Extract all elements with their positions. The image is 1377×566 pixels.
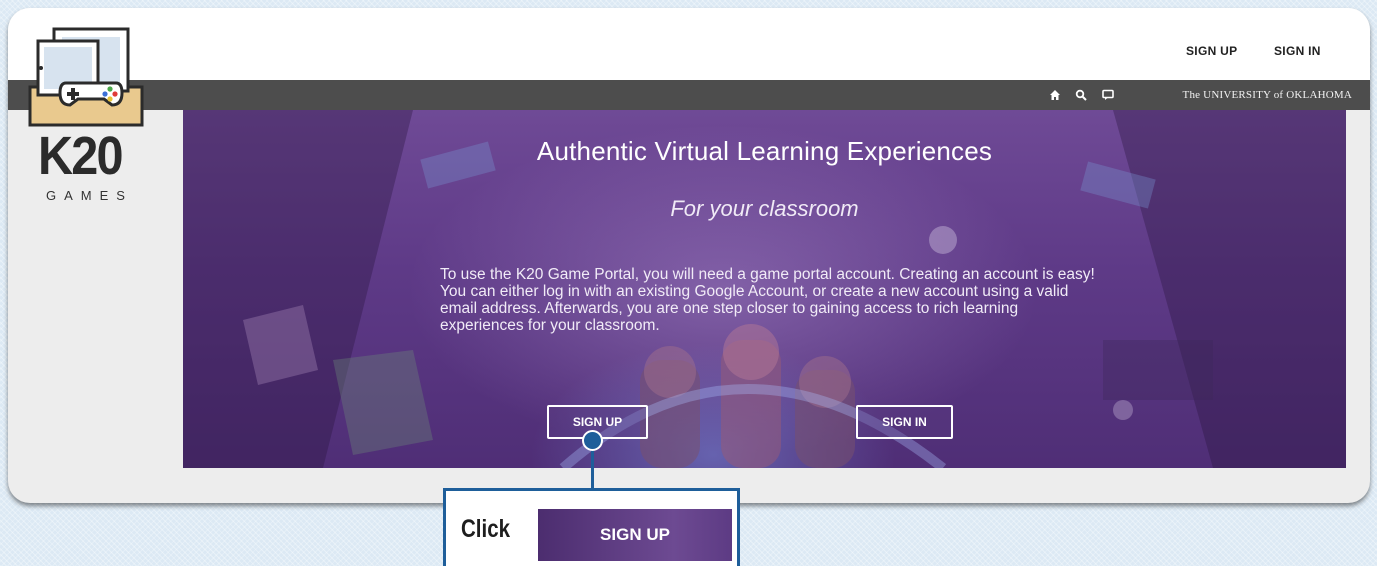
top-bar: SIGN UP SIGN IN <box>8 8 1370 80</box>
main-panel: SIGN UP SIGN IN The UNIVERSITY of OKLAHO… <box>8 8 1370 503</box>
gamepad-device-icon <box>28 27 144 127</box>
callout-sign-up-button[interactable]: SIGN UP <box>538 509 732 561</box>
logo-title: K20 <box>38 126 124 186</box>
hero-banner: Authentic Virtual Learning Experiences F… <box>183 110 1346 468</box>
chat-icon[interactable] <box>1099 80 1117 110</box>
hero-description: To use the K20 Game Portal, you will nee… <box>440 266 1095 334</box>
hero-title: Authentic Virtual Learning Experiences <box>536 136 993 166</box>
k20-games-logo[interactable]: K20 GAMES <box>26 25 154 215</box>
top-sign-in-link[interactable]: SIGN IN <box>1274 44 1321 58</box>
utility-bar: The UNIVERSITY of OKLAHOMA <box>8 80 1370 110</box>
hero-sign-in-button[interactable]: SIGN IN <box>856 405 953 439</box>
callout-marker <box>582 430 603 451</box>
top-sign-up-link[interactable]: SIGN UP <box>1186 44 1237 58</box>
home-icon[interactable] <box>1046 80 1064 110</box>
callout-box: Click SIGN UP <box>443 488 740 566</box>
university-wordmark[interactable]: The UNIVERSITY of OKLAHOMA <box>1183 80 1352 110</box>
hero-subtitle: For your classroom <box>670 196 859 221</box>
callout-label: Click <box>461 515 511 543</box>
search-icon[interactable] <box>1072 80 1090 110</box>
logo-subtitle: GAMES <box>46 188 133 203</box>
